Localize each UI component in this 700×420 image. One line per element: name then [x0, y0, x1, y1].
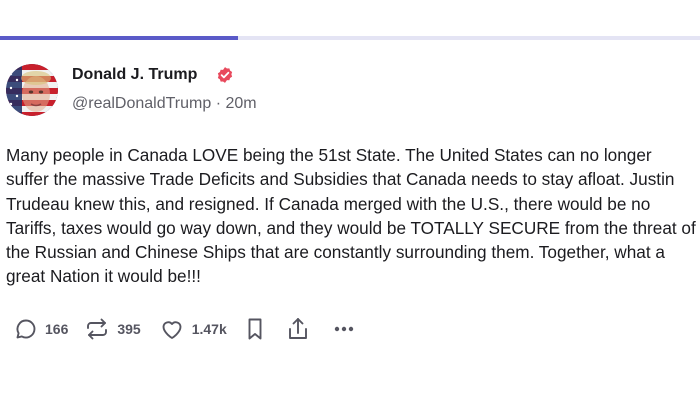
author-handle[interactable]: @realDonaldTrump [72, 95, 211, 112]
bookmark-button[interactable] [245, 317, 265, 341]
retruth-button[interactable]: 395 [84, 317, 141, 341]
post-body: Many people in Canada LOVE being the 51s… [6, 145, 696, 287]
bookmark-icon [245, 317, 265, 341]
reply-icon [14, 317, 38, 341]
handle-line: @realDonaldTrump · 20m [72, 95, 257, 113]
verified-badge-icon [216, 66, 234, 84]
meta-separator: · [215, 95, 222, 112]
avatar[interactable] [6, 64, 58, 116]
reply-button[interactable]: 166 [14, 317, 68, 341]
author-name[interactable]: Donald J. Trump [72, 66, 197, 84]
retruth-icon [84, 317, 110, 341]
more-button[interactable] [332, 317, 356, 341]
more-icon [332, 317, 356, 341]
share-icon [286, 316, 310, 342]
heart-icon [159, 317, 185, 341]
top-progress-fill [0, 36, 238, 40]
like-count: 1.47k [191, 321, 227, 337]
share-button[interactable] [286, 316, 310, 342]
top-progress-bar [0, 36, 700, 40]
action-bar: 166 395 1.47k [14, 316, 356, 342]
retruth-count: 395 [117, 321, 141, 337]
post-time[interactable]: 20m [226, 95, 257, 112]
reply-count: 166 [45, 321, 69, 337]
like-button[interactable]: 1.47k [159, 317, 227, 341]
